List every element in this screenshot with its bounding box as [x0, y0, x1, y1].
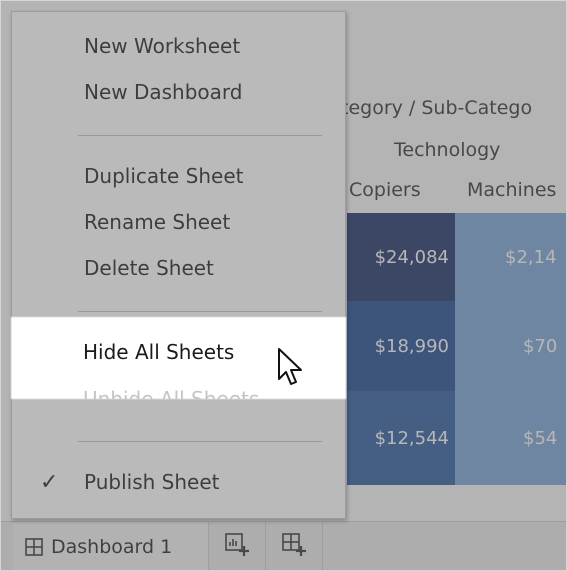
- sheet-tab-bar: Dashboard 1: [1, 521, 566, 570]
- column-header-machines: Machines: [467, 179, 557, 201]
- table-cell[interactable]: $2,14: [455, 213, 566, 301]
- menu-separator: [78, 311, 322, 312]
- new-worksheet-button[interactable]: [209, 522, 266, 570]
- column-header-category: Technology: [394, 139, 501, 161]
- menu-item-new-dashboard[interactable]: New Dashboard: [84, 80, 243, 104]
- menu-item-rename-sheet[interactable]: Rename Sheet: [84, 210, 230, 234]
- new-dashboard-icon: [281, 532, 307, 563]
- menu-item-new-worksheet[interactable]: New Worksheet: [84, 34, 240, 58]
- sheet-context-menu: New Worksheet New Dashboard Duplicate Sh…: [11, 11, 346, 519]
- arrow-cursor-icon: [277, 347, 307, 393]
- menu-item-duplicate-sheet[interactable]: Duplicate Sheet: [84, 164, 243, 188]
- menu-separator: [78, 441, 322, 442]
- table-cell[interactable]: $54: [455, 391, 566, 485]
- grid-icon: [25, 538, 43, 556]
- table-cell[interactable]: $18,990: [347, 301, 455, 391]
- menu-item-delete-sheet[interactable]: Delete Sheet: [84, 256, 214, 280]
- column-header-path: tegory / Sub-Catego: [341, 97, 533, 119]
- table-cell[interactable]: $70: [455, 301, 566, 391]
- tab-dashboard-1[interactable]: Dashboard 1: [13, 522, 209, 570]
- tab-label: Dashboard 1: [51, 536, 173, 558]
- menu-item-hide-all-sheets[interactable]: Hide All Sheets: [83, 340, 234, 364]
- new-dashboard-button[interactable]: [266, 522, 323, 570]
- column-header-copiers: Copiers: [349, 179, 421, 201]
- table-cell[interactable]: $12,544: [347, 391, 455, 485]
- tableau-window: tegory / Sub-Catego Technology Copiers M…: [0, 0, 567, 571]
- menu-item-unhide-all-sheets: Unhide All Sheets: [83, 387, 260, 399]
- new-worksheet-icon: [224, 532, 250, 563]
- table-cell[interactable]: $24,084: [347, 213, 455, 301]
- menu-item-publish-sheet[interactable]: Publish Sheet: [84, 470, 219, 494]
- check-icon: ✓: [40, 470, 59, 495]
- menu-separator: [78, 135, 322, 136]
